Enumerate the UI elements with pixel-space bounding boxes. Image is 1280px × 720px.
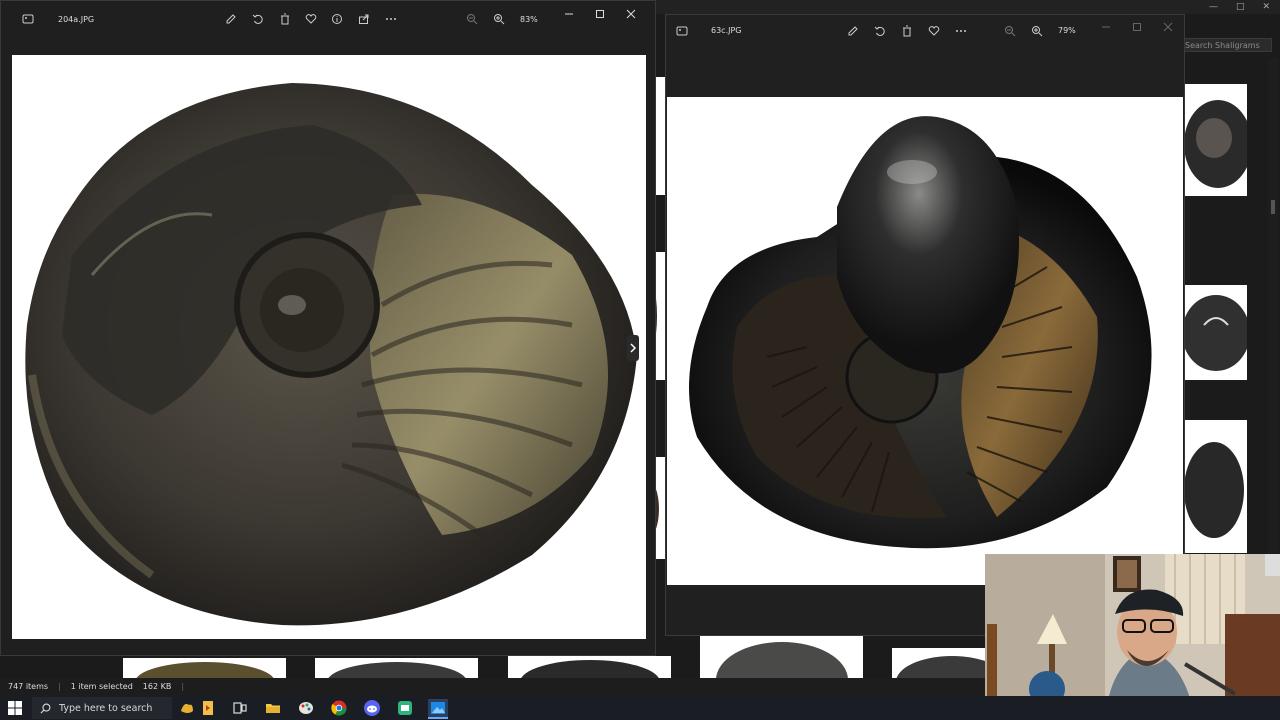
gallery-icon[interactable] [674, 23, 690, 39]
active-app-indicator [428, 717, 448, 719]
selection-count: 1 item selected [70, 682, 133, 691]
fossil-thumbnail [1184, 420, 1247, 553]
close-button[interactable] [623, 6, 639, 22]
fossil-thumbnail [1184, 285, 1247, 380]
explorer-maximize-button[interactable]: □ [1236, 2, 1245, 12]
pinned-app-icon[interactable] [199, 699, 217, 717]
photo-viewer-right: 63c.JPG 79% [665, 14, 1185, 636]
edit-icon[interactable] [223, 11, 239, 27]
file-explorer-icon[interactable] [264, 699, 282, 717]
ammonite-fossil-image [667, 97, 1183, 585]
paint-app-icon[interactable] [297, 699, 315, 717]
thumbnail-image[interactable] [892, 648, 985, 678]
zoom-level: 79% [1058, 26, 1076, 35]
maximize-button[interactable] [1129, 19, 1145, 35]
main-photo[interactable] [12, 55, 646, 639]
chevron-right-icon [630, 343, 637, 353]
search-highlight-icon[interactable] [178, 699, 196, 717]
selection-size: 162 KB [142, 682, 172, 691]
fossil-thumbnail [315, 658, 478, 678]
viewer-toolbar: 63c.JPG 79% [666, 15, 1184, 51]
chrome-icon[interactable] [330, 699, 348, 717]
thumbnail-image[interactable] [315, 658, 478, 678]
item-count: 747 items [8, 682, 49, 691]
photo-viewer-left: 204a.JPG 83% [0, 0, 656, 656]
start-button[interactable] [8, 701, 22, 715]
next-image-button[interactable] [627, 335, 639, 361]
zoom-in-icon[interactable] [1029, 23, 1045, 39]
explorer-search-input[interactable]: Search Shaligrams [1180, 38, 1272, 52]
thumbnail-image[interactable] [508, 656, 671, 678]
fossil-thumbnail [1184, 84, 1247, 196]
explorer-close-button[interactable]: ✕ [1262, 2, 1270, 12]
thumbnail-image[interactable] [1184, 84, 1247, 196]
explorer-minimize-button[interactable]: — [1209, 2, 1218, 12]
delete-icon[interactable] [899, 23, 915, 39]
share-icon[interactable] [356, 11, 372, 27]
thumbnail-image[interactable] [1184, 420, 1247, 553]
discord-icon[interactable] [363, 699, 381, 717]
explorer-scroll-thumb[interactable] [1271, 200, 1275, 214]
thumbnail-image[interactable] [1184, 285, 1247, 380]
viewer-filename: 204a.JPG [58, 15, 95, 24]
zoom-out-icon[interactable] [1002, 23, 1018, 39]
thumbnail-image[interactable] [700, 636, 863, 678]
close-button[interactable] [1160, 19, 1176, 35]
screen-capture-app-icon[interactable] [396, 699, 414, 717]
ammonite-fossil-image [12, 55, 646, 639]
taskbar-search-placeholder: Type here to search [59, 702, 153, 714]
taskbar-search-box[interactable]: Type here to search [32, 697, 172, 719]
viewer-filename: 63c.JPG [711, 26, 742, 35]
rotate-icon[interactable] [250, 11, 266, 27]
favorite-heart-icon[interactable] [303, 11, 319, 27]
fossil-thumbnail [123, 658, 286, 678]
fossil-thumbnail [892, 648, 985, 678]
zoom-out-icon[interactable] [464, 11, 480, 27]
gallery-icon[interactable] [20, 11, 36, 27]
delete-icon[interactable] [277, 11, 293, 27]
maximize-button[interactable] [592, 6, 608, 22]
minimize-button[interactable] [561, 6, 577, 22]
zoom-level: 83% [520, 15, 538, 24]
edit-icon[interactable] [845, 23, 861, 39]
main-photo[interactable] [667, 97, 1183, 585]
favorite-heart-icon[interactable] [926, 23, 942, 39]
info-icon[interactable] [329, 11, 345, 27]
minimize-button[interactable] [1098, 19, 1114, 35]
task-view-icon[interactable] [231, 699, 249, 717]
fossil-thumbnail [700, 636, 863, 678]
fossil-thumbnail [508, 656, 671, 678]
windows-logo-icon [8, 701, 22, 715]
photos-app-icon[interactable] [428, 699, 448, 717]
zoom-in-icon[interactable] [491, 11, 507, 27]
explorer-window-controls: — □ ✕ [1209, 0, 1270, 14]
rotate-icon[interactable] [872, 23, 888, 39]
thumbnail-image[interactable] [123, 658, 286, 678]
viewer-toolbar: 204a.JPG 83% [1, 1, 655, 37]
search-icon [40, 703, 51, 713]
more-options-icon[interactable] [953, 23, 969, 39]
more-options-icon[interactable] [383, 11, 399, 27]
